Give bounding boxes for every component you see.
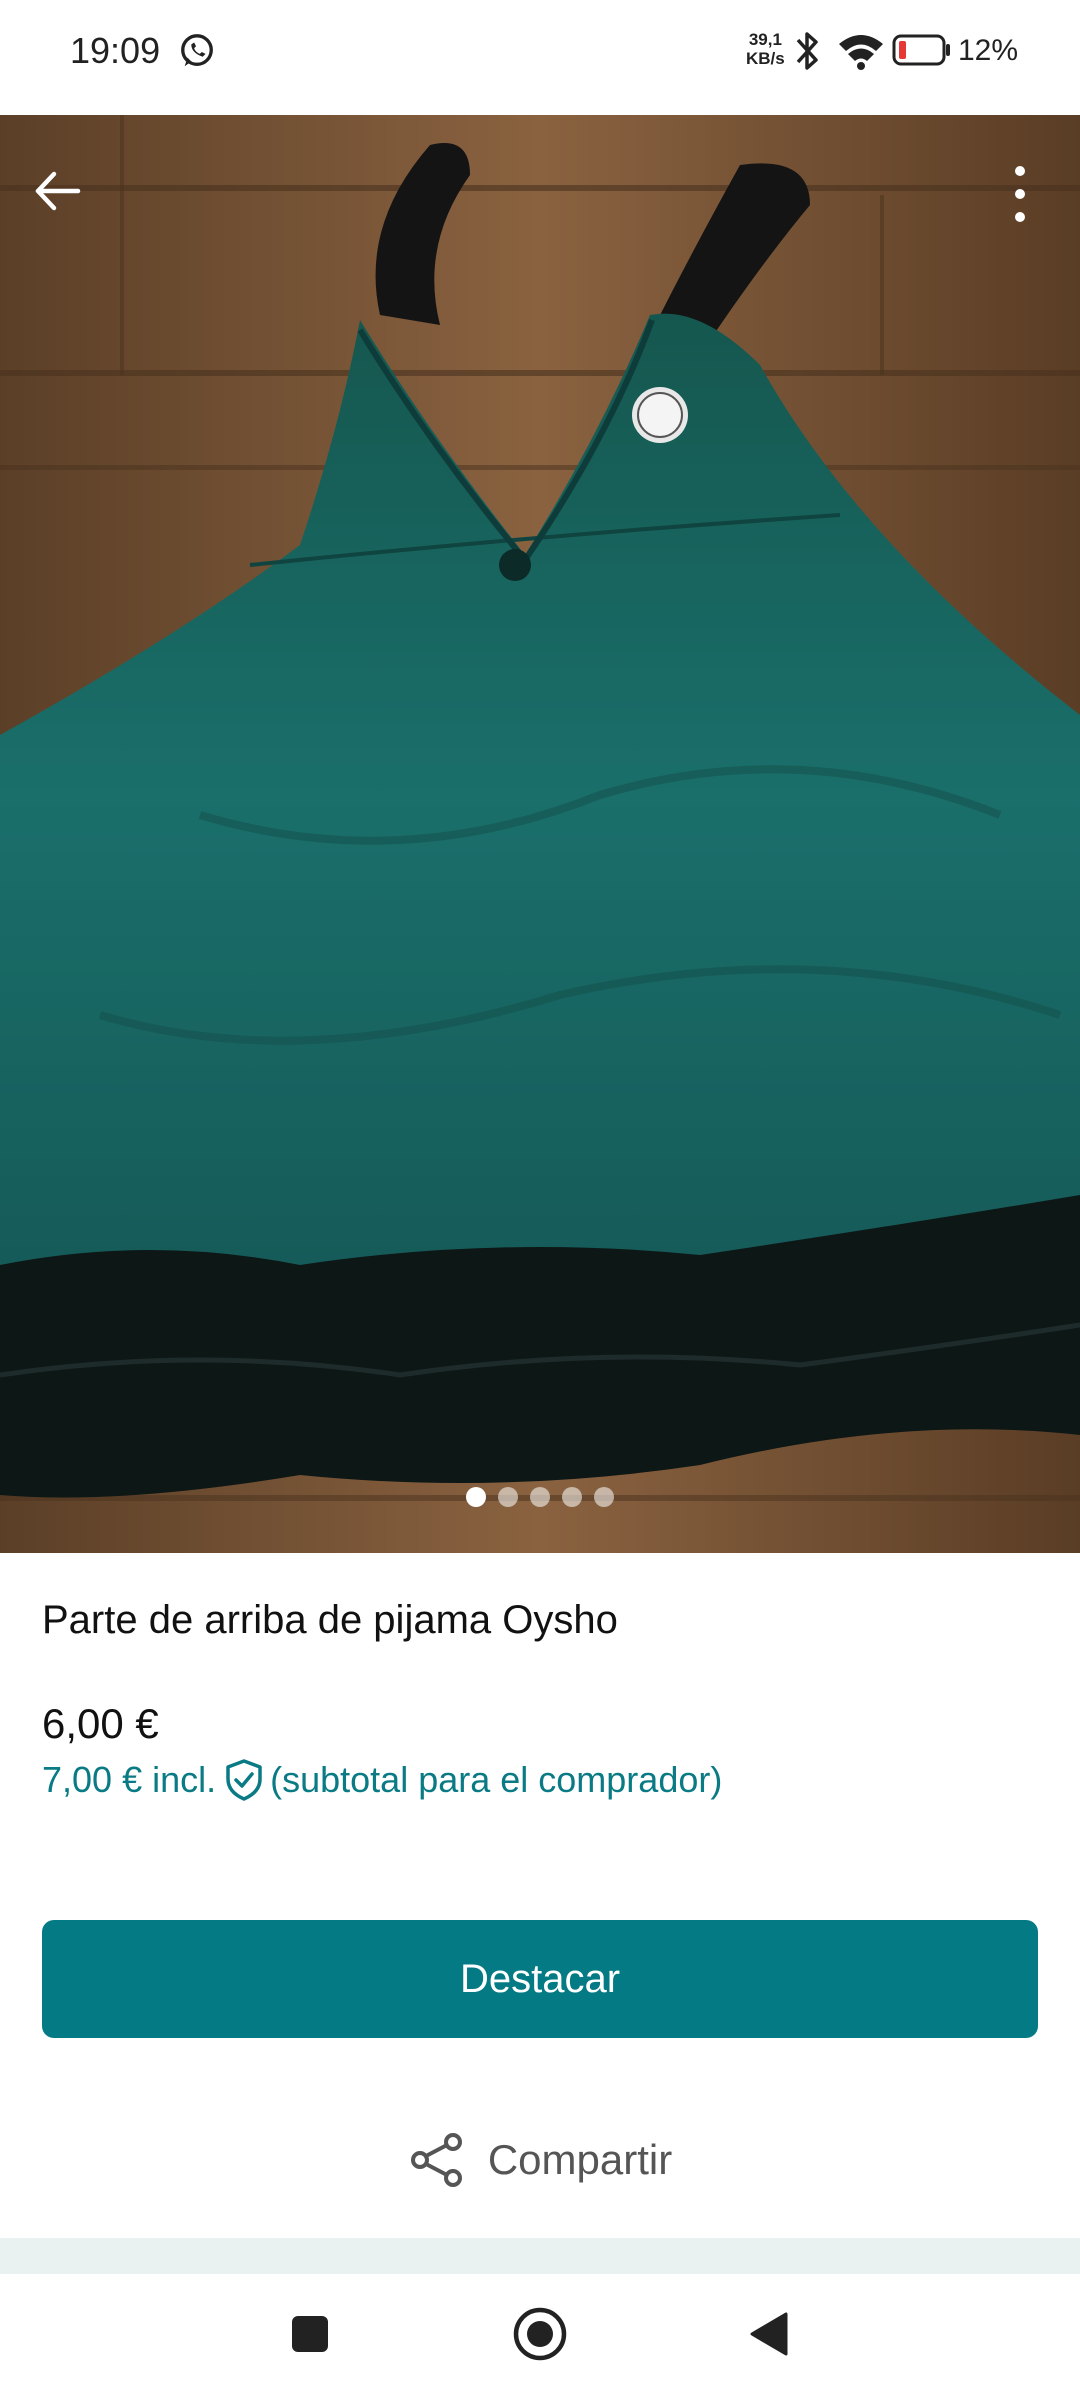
network-speed: 39,1 KB/s [746,30,785,68]
product-title: Parte de arriba de pijama Oysho [42,1598,618,1642]
gallery-dot[interactable] [594,1487,614,1507]
bluetooth-icon [796,32,818,70]
gallery-dot[interactable] [498,1487,518,1507]
content-divider [0,2238,1080,2274]
status-bar: 19:09 39,1 KB/s 12% [0,0,1080,115]
recents-square-icon[interactable] [290,2314,330,2354]
battery-low-icon [892,34,950,66]
buyer-incl-label: incl. [152,1759,217,1800]
back-triangle-icon[interactable] [748,2310,790,2358]
more-options-icon[interactable] [1000,161,1040,231]
system-navigation-bar [0,2274,1080,2400]
gallery-pagination[interactable] [0,1487,1080,1511]
gallery-dot[interactable] [466,1487,486,1507]
buyer-price-line[interactable]: 7,00 € incl. (subtotal para el comprador… [42,1758,722,1802]
gallery-dot[interactable] [530,1487,550,1507]
product-price: 6,00 € [42,1700,159,1747]
back-arrow-icon[interactable] [28,161,88,221]
shield-check-icon [226,1759,262,1801]
product-image-gallery[interactable] [0,115,1080,1553]
wifi-icon [839,35,883,70]
destacar-button[interactable]: Destacar [42,1920,1038,2038]
share-icon [410,2133,462,2187]
buyer-price: 7,00 € [42,1759,143,1800]
battery-percent: 12% [958,34,1019,67]
buyer-subtotal-note: (subtotal para el comprador) [270,1759,723,1800]
status-time: 19:09 [70,30,161,71]
whatsapp-icon [181,34,213,67]
gallery-dot[interactable] [562,1487,582,1507]
share-label: Compartir [487,2136,673,2183]
product-photo [0,115,1080,1553]
home-circle-icon[interactable] [512,2306,568,2362]
share-button[interactable]: Compartir [0,2120,1080,2200]
